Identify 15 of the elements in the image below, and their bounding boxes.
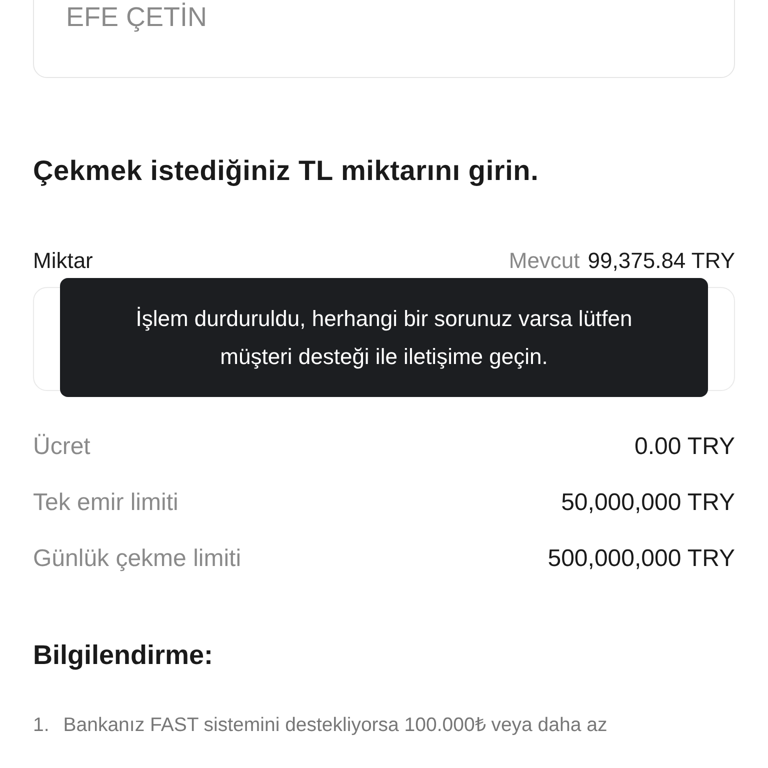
list-text: Bankanız FAST sistemini destekliyorsa 100.000₺ veya daha az — [63, 712, 608, 738]
detail-value: 0.00 TRY — [634, 432, 735, 462]
amount-label: Miktar — [33, 247, 93, 275]
name-field[interactable]: EFE ÇETİN — [33, 0, 735, 78]
error-toast: İşlem durduruldu, herhangi bir sorunuz varsa lütfen müşteri desteği ile iletişime geçin. — [60, 278, 708, 397]
available-balance: 99,375.84 TRY — [588, 247, 735, 275]
detail-label: Günlük çekme limiti — [33, 544, 242, 574]
available-label: Mevcut — [508, 247, 580, 275]
detail-label: Tek emir limiti — [33, 488, 178, 518]
section-heading: Çekmek istediğiniz TL miktarını girin. — [33, 154, 540, 188]
detail-value: 500,000,000 TRY — [548, 544, 735, 574]
detail-label: Ücret — [33, 432, 90, 462]
detail-value: 50,000,000 TRY — [561, 488, 735, 518]
list-number: 1. — [33, 712, 50, 738]
info-title: Bilgilendirme: — [33, 639, 214, 672]
